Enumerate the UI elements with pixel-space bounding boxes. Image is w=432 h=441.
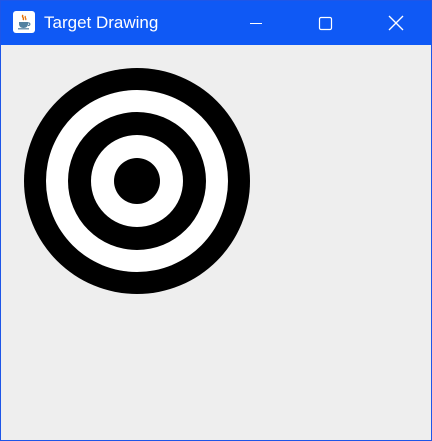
close-button[interactable]: [373, 1, 419, 45]
minimize-icon: [250, 23, 262, 24]
window-title: Target Drawing: [44, 13, 159, 32]
java-coffee-cup-icon: [13, 11, 35, 33]
maximize-button[interactable]: [302, 1, 348, 45]
close-icon: [388, 15, 404, 31]
maximize-icon: [318, 16, 333, 31]
title-bar[interactable]: Target Drawing: [1, 1, 431, 45]
app-window: Target Drawing: [0, 0, 432, 441]
target-bullseye: [114, 158, 160, 204]
minimize-button[interactable]: [233, 1, 279, 45]
target-drawing: [24, 68, 250, 294]
drawing-panel: [1, 45, 431, 440]
